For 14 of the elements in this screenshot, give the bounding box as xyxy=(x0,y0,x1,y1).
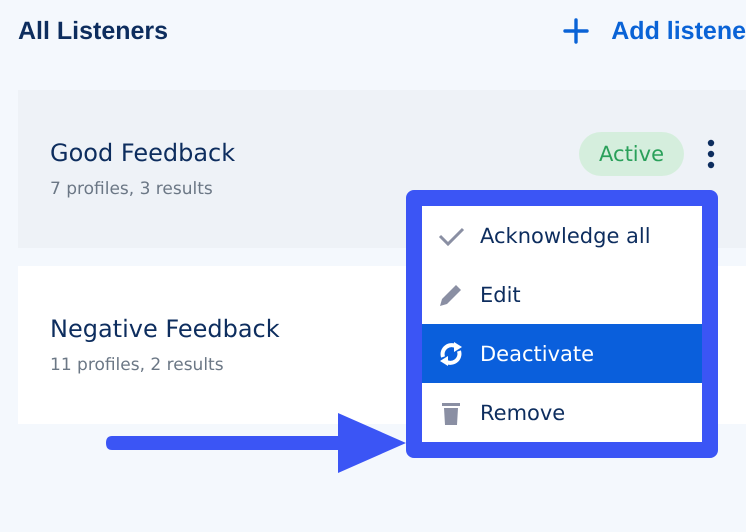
listener-name: Good Feedback xyxy=(50,139,236,167)
plus-icon xyxy=(563,18,590,44)
listener-name: Negative Feedback xyxy=(50,315,280,343)
menu-item-label: Deactivate xyxy=(480,342,594,366)
menu-item-label: Acknowledge all xyxy=(480,224,651,248)
listener-summary: 7 profiles, 3 results xyxy=(50,179,214,199)
page-title: All Listeners xyxy=(18,16,168,46)
more-options-icon[interactable] xyxy=(706,139,716,169)
status-badge: Active xyxy=(579,132,684,176)
menu-item-label: Edit xyxy=(480,282,521,306)
listener-summary: 11 profiles, 2 results xyxy=(50,355,225,375)
add-listener-button[interactable]: Add listene xyxy=(563,16,746,46)
menu-item-label: Remove xyxy=(480,400,566,424)
menu-item[interactable]: Deactivate xyxy=(422,324,702,383)
